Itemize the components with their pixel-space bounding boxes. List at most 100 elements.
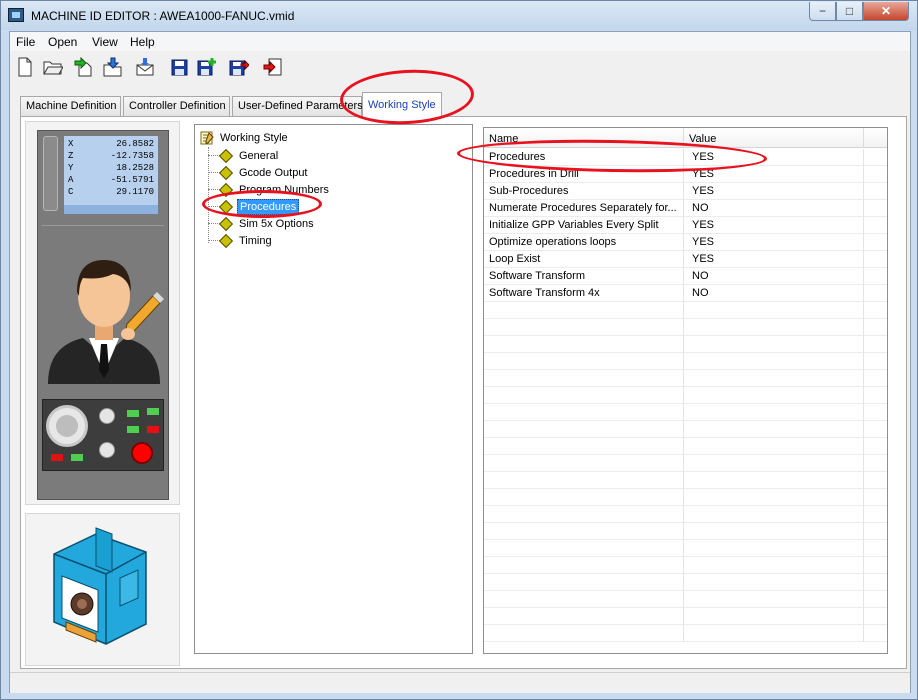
grid-row[interactable]: Loop Exist YES: [484, 251, 887, 268]
property-value[interactable]: [684, 472, 864, 489]
tab-working-style[interactable]: Working Style: [362, 92, 442, 117]
save-as-icon[interactable]: [228, 56, 250, 78]
property-value[interactable]: NO: [684, 285, 864, 302]
minimize-button[interactable]: −: [809, 2, 836, 21]
tree-item-procedures[interactable]: Procedures: [208, 198, 300, 215]
grid-row[interactable]: Sub-Procedures YES: [484, 183, 887, 200]
property-value[interactable]: [684, 489, 864, 506]
grid-row[interactable]: Optimize operations loops YES: [484, 234, 887, 251]
property-value[interactable]: [684, 421, 864, 438]
save-add-icon[interactable]: [196, 56, 218, 78]
property-value[interactable]: [684, 387, 864, 404]
property-value[interactable]: NO: [684, 268, 864, 285]
menu-view[interactable]: View: [92, 35, 118, 49]
new-file-icon[interactable]: [14, 56, 36, 78]
grid-row[interactable]: [484, 404, 887, 421]
grid-row[interactable]: [484, 302, 887, 319]
property-value[interactable]: [684, 353, 864, 370]
grid-row[interactable]: [484, 370, 887, 387]
axis-value: -12.7358: [110, 151, 154, 161]
property-name: [484, 574, 684, 591]
maximize-button[interactable]: □: [836, 2, 863, 21]
property-value[interactable]: [684, 574, 864, 591]
property-value[interactable]: [684, 302, 864, 319]
tree-item-program-numbers[interactable]: Program Numbers: [208, 181, 331, 198]
property-value[interactable]: [684, 591, 864, 608]
tab-machine-definition[interactable]: Machine Definition: [20, 96, 121, 116]
close-button[interactable]: ✕: [863, 2, 909, 21]
grid-row[interactable]: [484, 506, 887, 523]
property-value[interactable]: [684, 336, 864, 353]
property-name: [484, 353, 684, 370]
property-value[interactable]: YES: [684, 149, 864, 166]
grid-row[interactable]: [484, 489, 887, 506]
grid-row[interactable]: [484, 353, 887, 370]
column-header-name[interactable]: Name: [484, 128, 684, 148]
grid-row[interactable]: Software Transform 4x NO: [484, 285, 887, 302]
tree-item-gcode-output[interactable]: Gcode Output: [208, 164, 310, 181]
grid-row[interactable]: [484, 625, 887, 642]
property-value[interactable]: NO: [684, 200, 864, 217]
property-value[interactable]: [684, 625, 864, 642]
grid-row[interactable]: [484, 523, 887, 540]
menu-open[interactable]: Open: [48, 35, 77, 49]
diamond-icon: [218, 165, 234, 180]
grid-row[interactable]: [484, 472, 887, 489]
dial-icon: [99, 442, 115, 458]
property-value[interactable]: [684, 540, 864, 557]
property-value[interactable]: [684, 438, 864, 455]
grid-row[interactable]: [484, 336, 887, 353]
open-folder-icon[interactable]: [42, 56, 64, 78]
tree-item-timing[interactable]: Timing: [208, 232, 274, 249]
property-value[interactable]: YES: [684, 217, 864, 234]
property-value[interactable]: [684, 455, 864, 472]
property-value[interactable]: YES: [684, 251, 864, 268]
grid-cell-blank: [864, 234, 887, 251]
property-value[interactable]: [684, 370, 864, 387]
email-icon[interactable]: [134, 56, 156, 78]
cnc-machine-icon: [53, 527, 147, 645]
tree-item-general[interactable]: General: [208, 147, 280, 164]
tree-root-label: Working Style: [220, 132, 288, 144]
property-value[interactable]: [684, 506, 864, 523]
save-icon[interactable]: [168, 56, 190, 78]
property-value[interactable]: YES: [684, 166, 864, 183]
grid-row[interactable]: Initialize GPP Variables Every Split YES: [484, 217, 887, 234]
import-icon[interactable]: [72, 56, 94, 78]
property-value[interactable]: [684, 608, 864, 625]
grid-row[interactable]: [484, 557, 887, 574]
grid-row[interactable]: [484, 421, 887, 438]
grid-row[interactable]: [484, 591, 887, 608]
property-value[interactable]: YES: [684, 234, 864, 251]
property-name: Loop Exist: [484, 251, 684, 268]
tab-controller-definition[interactable]: Controller Definition: [123, 96, 230, 116]
menu-file[interactable]: File: [16, 35, 35, 49]
grid-row[interactable]: Procedures in Drill YES: [484, 166, 887, 183]
grid-row[interactable]: [484, 319, 887, 336]
tree-item-sim-5x-options[interactable]: Sim 5x Options: [208, 215, 316, 232]
grid-row[interactable]: [484, 438, 887, 455]
property-name: Sub-Procedures: [484, 183, 684, 200]
property-name: Procedures in Drill: [484, 166, 684, 183]
grid-row[interactable]: [484, 574, 887, 591]
tab-user-defined-parameters[interactable]: User-Defined Parameters: [232, 96, 363, 116]
property-value[interactable]: [684, 557, 864, 574]
grid-row[interactable]: Procedures YES: [484, 149, 887, 166]
client-area: File Open View Help Machine Definition C…: [9, 31, 911, 693]
open-download-icon[interactable]: [102, 56, 124, 78]
exit-icon[interactable]: [262, 56, 284, 78]
menu-help[interactable]: Help: [130, 35, 155, 49]
column-header-value[interactable]: Value: [684, 128, 864, 148]
grid-row[interactable]: Software Transform NO: [484, 268, 887, 285]
tree-root-working-style[interactable]: Working Style: [200, 130, 290, 146]
grid-row[interactable]: [484, 455, 887, 472]
property-value[interactable]: [684, 319, 864, 336]
grid-row[interactable]: [484, 608, 887, 625]
grid-row[interactable]: [484, 387, 887, 404]
property-value[interactable]: [684, 404, 864, 421]
grid-row[interactable]: [484, 540, 887, 557]
property-value[interactable]: [684, 523, 864, 540]
grid-row[interactable]: Numerate Procedures Separately for... NO: [484, 200, 887, 217]
property-value[interactable]: YES: [684, 183, 864, 200]
property-name: [484, 421, 684, 438]
